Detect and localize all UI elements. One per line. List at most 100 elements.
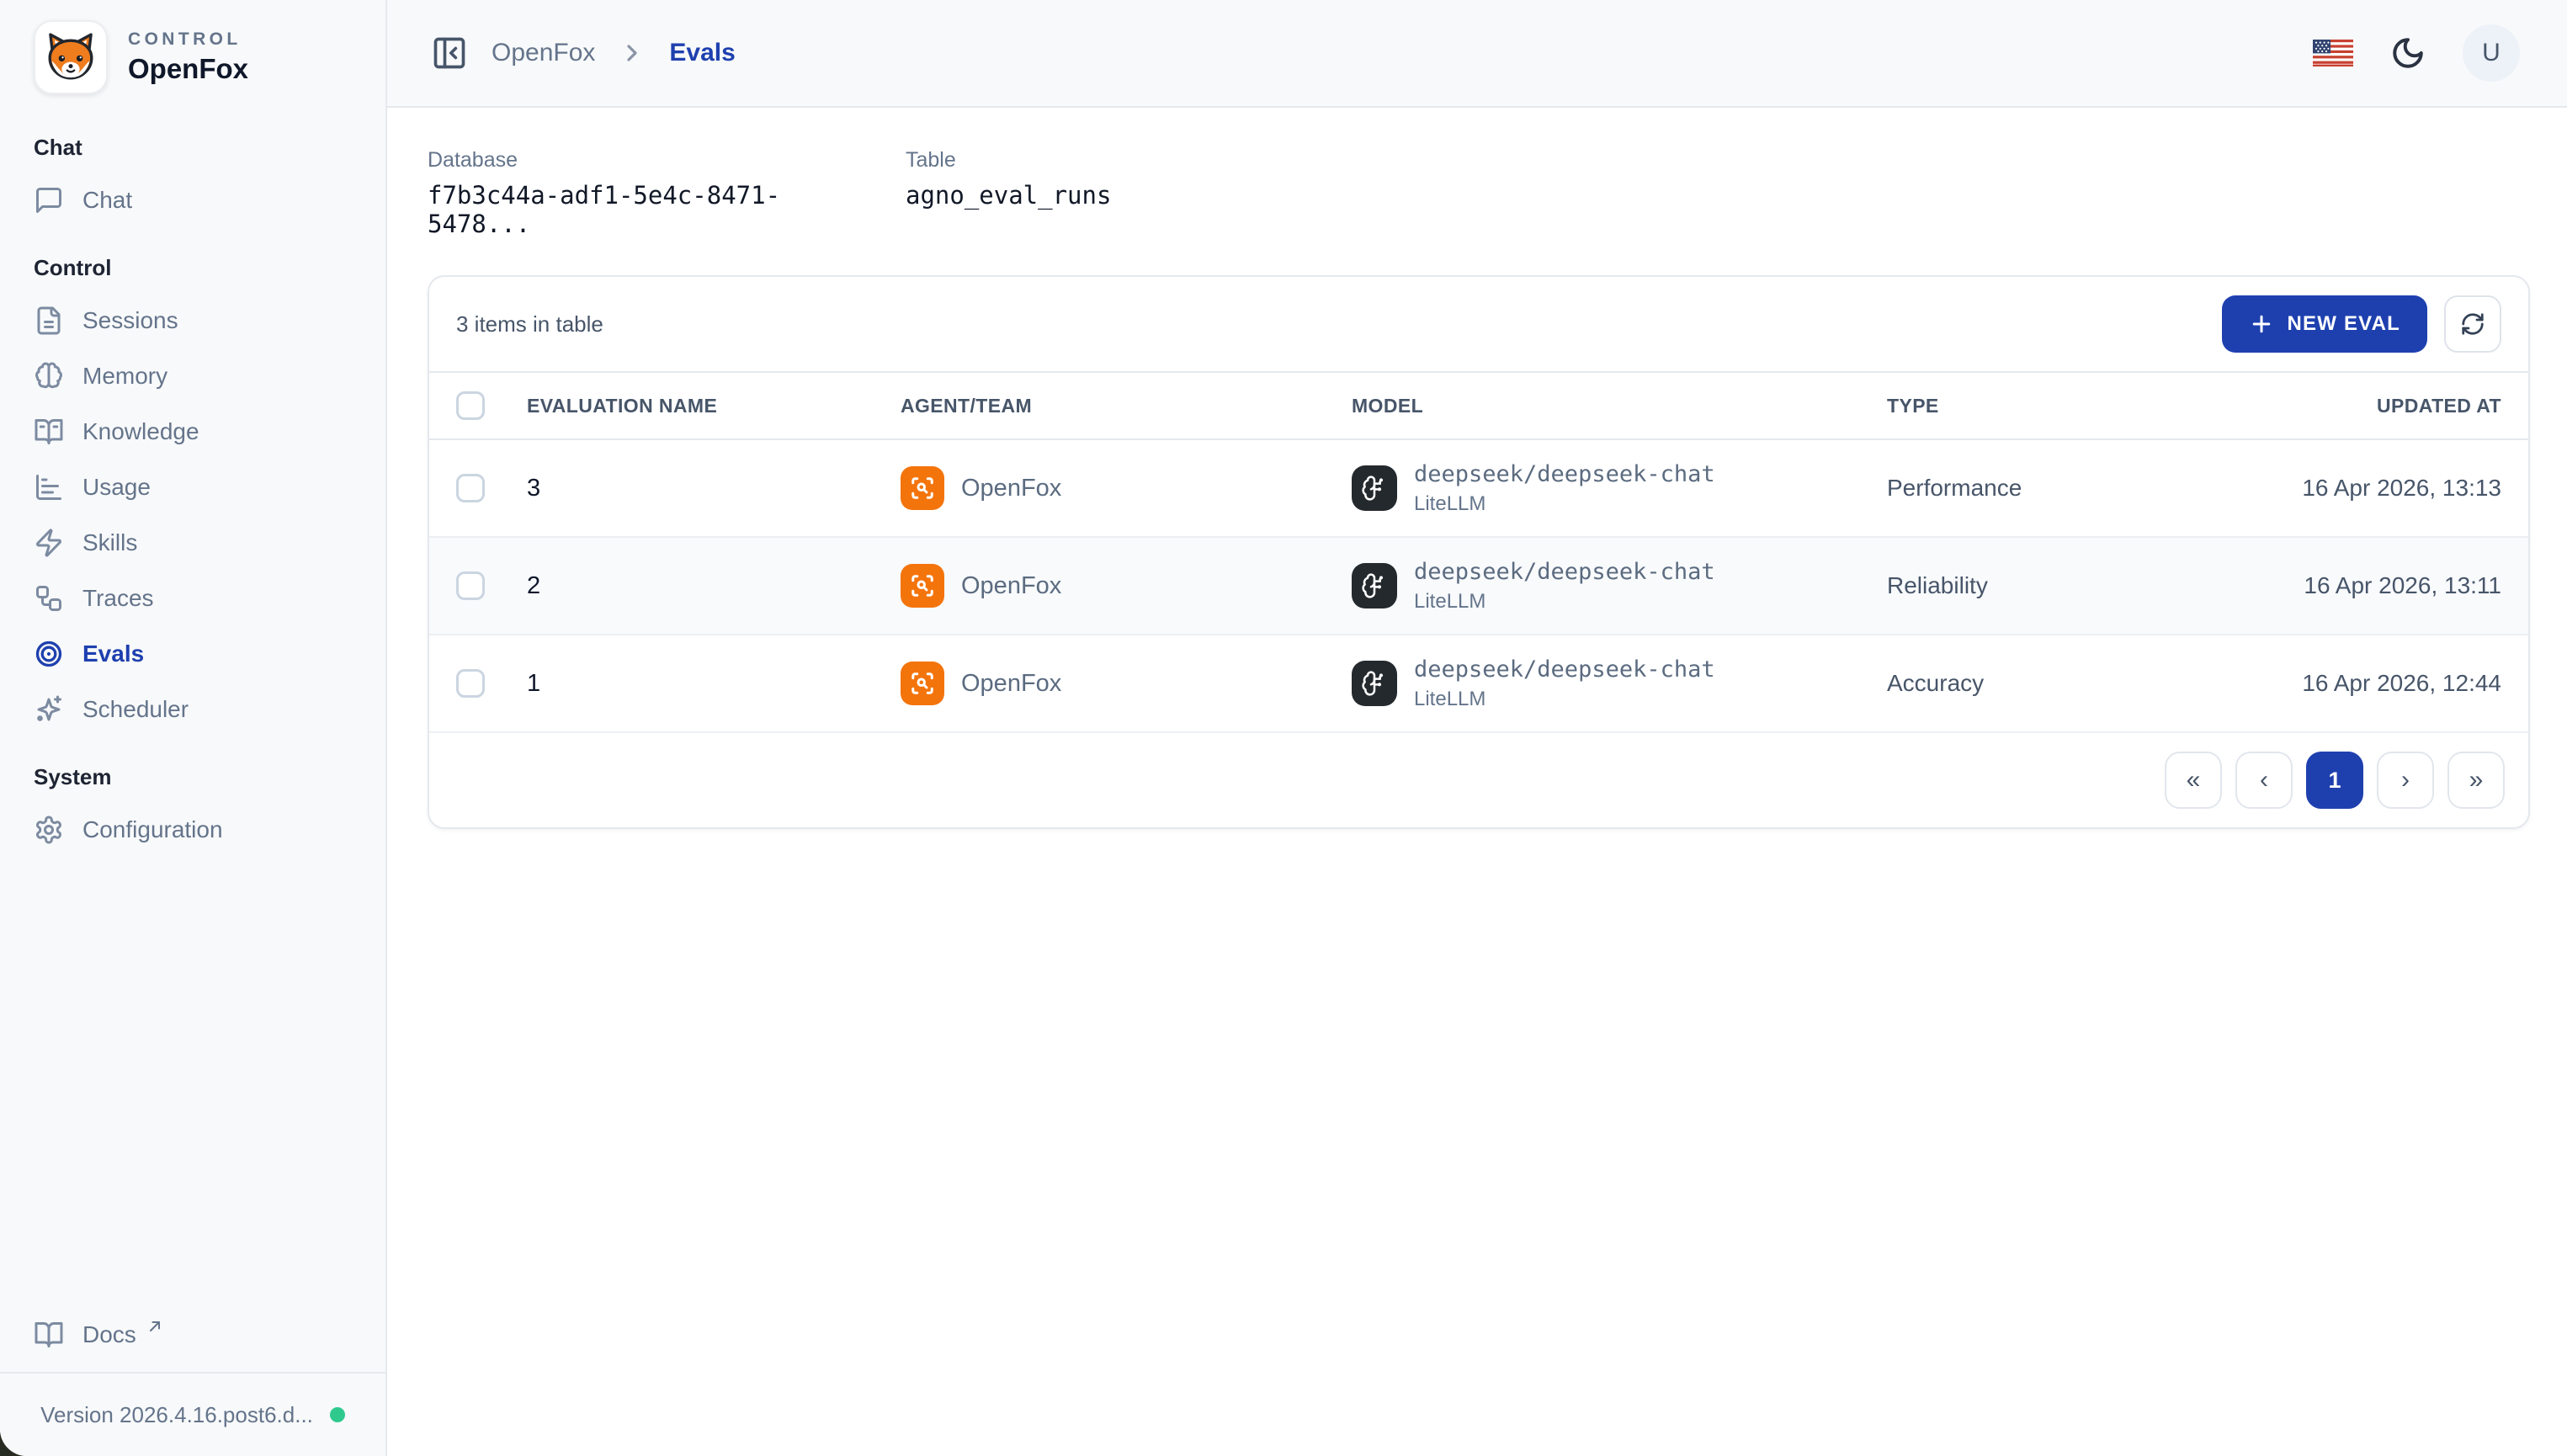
updated-at: 16 Apr 2026, 13:11 xyxy=(2304,572,2501,599)
evaluation-name: 3 xyxy=(527,475,901,502)
table-row[interactable]: 3 OpenFox deepseek/deepseek-chat xyxy=(429,440,2528,538)
sidebar-item-sessions[interactable]: Sessions xyxy=(34,293,352,348)
agent-cell: OpenFox xyxy=(901,564,1352,608)
new-eval-button[interactable]: NEW EVAL xyxy=(2222,295,2428,353)
app-window: CONTROL OpenFox Chat Chat Control Sessio… xyxy=(0,0,2567,1456)
column-model: MODEL xyxy=(1352,395,1887,417)
gear-icon xyxy=(34,815,64,845)
sidebar-item-chat[interactable]: Chat xyxy=(34,173,352,228)
database-value: f7b3c44a-adf1-5e4c-8471-5478... xyxy=(428,181,835,238)
sidebar-item-traces[interactable]: Traces xyxy=(34,571,352,626)
column-evaluation-name: EVALUATION NAME xyxy=(527,395,901,417)
main-area: OpenFox Evals xyxy=(387,0,2567,1456)
nav-section-control: Control xyxy=(34,255,352,281)
select-all-checkbox[interactable] xyxy=(456,391,485,420)
model-name: deepseek/deepseek-chat xyxy=(1414,559,1715,585)
sidebar-item-evals[interactable]: Evals xyxy=(34,626,352,682)
moon-icon[interactable] xyxy=(2390,35,2426,71)
refresh-icon xyxy=(2460,311,2485,337)
sidebar-item-configuration[interactable]: Configuration xyxy=(34,802,352,858)
refresh-button[interactable] xyxy=(2444,295,2501,353)
brand-label: CONTROL xyxy=(128,29,248,50)
column-type: TYPE xyxy=(1887,395,2377,417)
first-page-button[interactable]: « xyxy=(2165,752,2222,809)
model-cell: deepseek/deepseek-chat LiteLLM xyxy=(1352,559,1887,614)
target-icon xyxy=(34,639,64,669)
brand-name: OpenFox xyxy=(128,53,248,85)
version-text: Version 2026.4.16.post6.d... xyxy=(40,1402,313,1428)
sidebar-item-label: Chat xyxy=(82,187,132,214)
sidebar-item-knowledge[interactable]: Knowledge xyxy=(34,404,352,460)
sidebar-item-label: Knowledge xyxy=(82,418,199,445)
avatar[interactable]: U xyxy=(2463,24,2520,82)
sidebar-item-label: Scheduler xyxy=(82,696,189,723)
docs-label: Docs xyxy=(82,1321,136,1348)
prev-page-button[interactable]: ‹ xyxy=(2235,752,2293,809)
model-cell: deepseek/deepseek-chat LiteLLM xyxy=(1352,461,1887,516)
plus-icon xyxy=(2249,311,2274,337)
model-cell: deepseek/deepseek-chat LiteLLM xyxy=(1352,656,1887,711)
breadcrumb-root[interactable]: OpenFox xyxy=(492,39,595,67)
content: Database f7b3c44a-adf1-5e4c-8471-5478...… xyxy=(387,108,2567,1456)
sidebar-item-skills[interactable]: Skills xyxy=(34,515,352,571)
sidebar-item-memory[interactable]: Memory xyxy=(34,348,352,404)
row-checkbox[interactable] xyxy=(456,474,485,502)
new-eval-label: NEW EVAL xyxy=(2288,312,2401,336)
table-row[interactable]: 1 OpenFox deepseek/deepseek-chat xyxy=(429,635,2528,733)
eval-type: Reliability xyxy=(1887,572,2304,599)
sidebar-item-label: Sessions xyxy=(82,307,178,334)
evaluation-name: 2 xyxy=(527,572,901,600)
sidebar-item-usage[interactable]: Usage xyxy=(34,460,352,515)
evaluation-name: 1 xyxy=(527,670,901,698)
sidebar-item-label: Traces xyxy=(82,585,154,612)
model-provider: LiteLLM xyxy=(1414,492,1715,516)
status-dot-icon xyxy=(330,1407,345,1422)
model-provider: LiteLLM xyxy=(1414,590,1715,614)
book-open-icon xyxy=(34,417,64,447)
docs-link[interactable]: Docs xyxy=(0,1298,385,1372)
sidebar-item-label: Memory xyxy=(82,363,167,390)
agent-cell: OpenFox xyxy=(901,466,1352,510)
sidebar-collapse-icon[interactable] xyxy=(431,35,468,72)
model-provider-icon xyxy=(1352,563,1397,608)
agent-name: OpenFox xyxy=(961,572,1061,600)
model-provider-icon xyxy=(1352,661,1397,706)
nav-section-chat: Chat xyxy=(34,135,352,161)
agent-name: OpenFox xyxy=(961,475,1061,502)
table-row[interactable]: 2 OpenFox deepseek/deepseek-chat xyxy=(429,538,2528,635)
sidebar-item-label: Evals xyxy=(82,640,144,667)
row-checkbox[interactable] xyxy=(456,669,485,698)
agent-scan-search-icon xyxy=(901,662,944,705)
breadcrumb-current[interactable]: Evals xyxy=(669,39,735,67)
sidebar-nav: Chat Chat Control Sessions Memory xyxy=(0,104,385,858)
table-value: agno_eval_runs xyxy=(906,181,1111,210)
book-icon xyxy=(34,1320,64,1350)
column-agent-team: AGENT/TEAM xyxy=(901,395,1352,417)
brain-icon xyxy=(34,361,64,391)
model-name: deepseek/deepseek-chat xyxy=(1414,461,1715,487)
current-page-button[interactable]: 1 xyxy=(2306,752,2363,809)
column-updated-at: UPDATED AT xyxy=(2377,395,2501,417)
dataset-meta: Database f7b3c44a-adf1-5e4c-8471-5478...… xyxy=(428,148,2530,238)
us-flag-icon[interactable] xyxy=(2313,40,2353,66)
file-text-icon xyxy=(34,306,64,336)
chat-bubble-icon xyxy=(34,185,64,215)
row-checkbox[interactable] xyxy=(456,571,485,600)
table-label: Table xyxy=(906,148,1111,173)
zap-icon xyxy=(34,528,64,558)
sidebar-item-label: Configuration xyxy=(82,816,223,843)
sidebar: CONTROL OpenFox Chat Chat Control Sessio… xyxy=(0,0,387,1456)
nav-section-system: System xyxy=(34,764,352,790)
last-page-button[interactable]: » xyxy=(2447,752,2505,809)
table-header-row: EVALUATION NAME AGENT/TEAM MODEL TYPE UP… xyxy=(429,371,2528,440)
agent-cell: OpenFox xyxy=(901,662,1352,705)
next-page-button[interactable]: › xyxy=(2377,752,2434,809)
database-label: Database xyxy=(428,148,835,173)
evals-table-card: 3 items in table NEW EVAL xyxy=(428,275,2530,829)
version-bar: Version 2026.4.16.post6.d... xyxy=(0,1372,385,1456)
chevron-right-icon xyxy=(619,40,646,66)
brand: CONTROL OpenFox xyxy=(0,0,385,104)
table-toolbar: 3 items in table NEW EVAL xyxy=(429,277,2528,371)
workflow-icon xyxy=(34,583,64,614)
sidebar-item-scheduler[interactable]: Scheduler xyxy=(34,682,352,737)
